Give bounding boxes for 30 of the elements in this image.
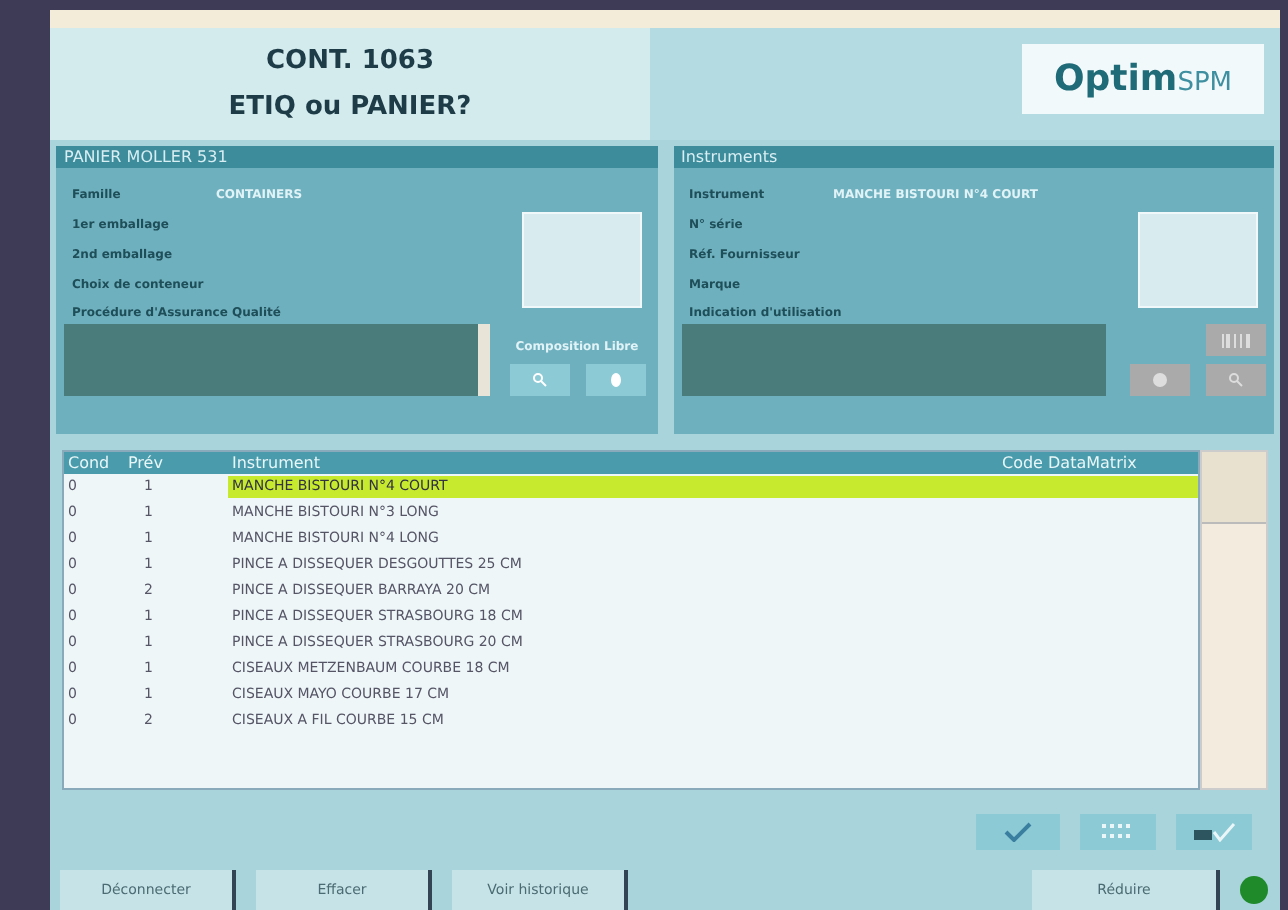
scrollbar[interactable] <box>1200 450 1268 790</box>
grid-icon <box>1102 824 1134 840</box>
header-title: CONT. 1063 <box>265 43 434 79</box>
logo-main: Optim <box>1053 56 1178 104</box>
add-button[interactable] <box>1130 364 1190 396</box>
column-header: Prév <box>126 452 165 474</box>
circle-icon <box>1152 372 1168 388</box>
grid-button[interactable] <box>1080 814 1156 850</box>
panel-title: PANIER MOLLER 531 <box>56 146 657 168</box>
search-icon <box>531 372 547 388</box>
confirm-button[interactable] <box>976 814 1060 850</box>
search-button[interactable] <box>509 364 569 396</box>
scroll-thumb[interactable] <box>1202 452 1266 524</box>
logo-suffix: SPM <box>1177 66 1232 102</box>
scrollbar[interactable] <box>477 324 489 396</box>
panel-title: Instruments <box>673 146 1274 168</box>
check-icon <box>1004 822 1032 842</box>
column-header: Code DataMatrix <box>1000 452 1139 474</box>
search-button[interactable] <box>1206 364 1266 396</box>
header-subtitle: ETIQ ou PANIER? <box>228 90 472 126</box>
search-icon <box>1228 372 1244 388</box>
image-frame <box>521 212 641 308</box>
column-header: Instrument <box>230 452 323 474</box>
info-button[interactable] <box>585 364 645 396</box>
image-frame <box>1138 212 1258 308</box>
tray-check-icon <box>1192 822 1236 842</box>
barcode-button[interactable] <box>1206 324 1266 356</box>
column-header: Cond <box>66 452 112 474</box>
validate-tray-button[interactable] <box>1176 814 1252 850</box>
barcode-icon <box>1222 333 1250 347</box>
